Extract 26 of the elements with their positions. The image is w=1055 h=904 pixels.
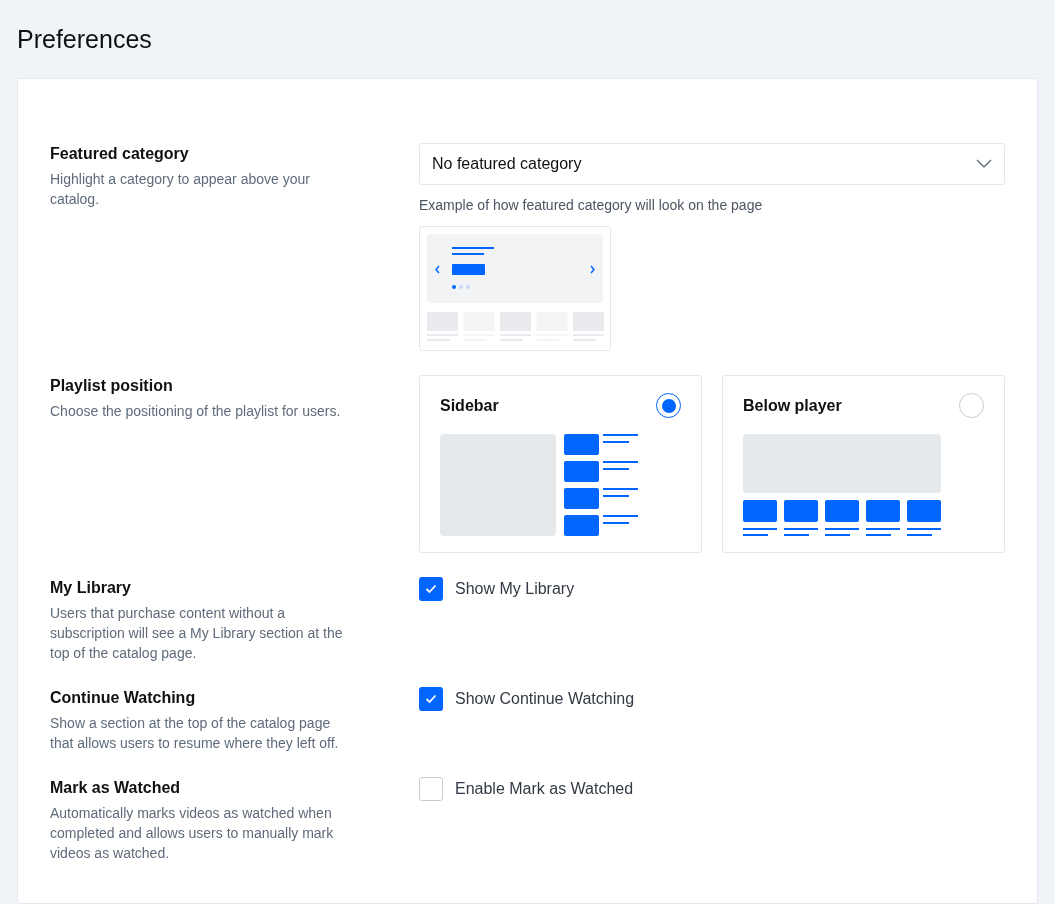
setting-description: Automatically marks videos as watched when completed and allows users to manually mark videos as watched.	[50, 804, 335, 863]
setting-description: Choose the positioning of the playlist for users.	[50, 402, 342, 421]
checkbox[interactable]	[419, 777, 443, 801]
checkbox[interactable]	[419, 687, 443, 711]
chevron-down-icon	[976, 159, 992, 169]
option-label: Sidebar	[440, 395, 499, 416]
setting-description: Highlight a category to appear above your catalog.	[50, 170, 311, 209]
setting-description: Users that purchase content without a subscription will see a My Library section at the top of the catalog page.	[50, 604, 344, 663]
checkmark-icon	[425, 584, 437, 594]
checkbox-option[interactable]: Show Continue Watching	[419, 687, 1005, 711]
featured-category-select[interactable]: No featured category	[419, 143, 1005, 185]
setting-title: My Library	[50, 578, 132, 598]
checkbox-option[interactable]: Enable Mark as Watched	[419, 777, 1005, 801]
checkbox[interactable]	[419, 577, 443, 601]
setting-title: Continue Watching	[50, 688, 197, 708]
setting-title: Mark as Watched	[50, 778, 182, 798]
setting-title: Playlist position	[50, 376, 174, 396]
setting-description: Show a section at the top of the catalog page that allows users to resume where they left off.	[50, 714, 340, 753]
preview-caption: Example of how featured category will look on the page	[419, 196, 764, 215]
setting-title: Featured category	[50, 144, 190, 164]
checkbox-option[interactable]: Show My Library	[419, 577, 1005, 601]
layout-option-card[interactable]: Below player	[722, 375, 1005, 553]
page-title: Preferences	[17, 24, 153, 55]
checkmark-icon	[425, 694, 437, 704]
option-label: Below player	[743, 395, 842, 416]
layout-option-card[interactable]: Sidebar	[419, 375, 702, 553]
